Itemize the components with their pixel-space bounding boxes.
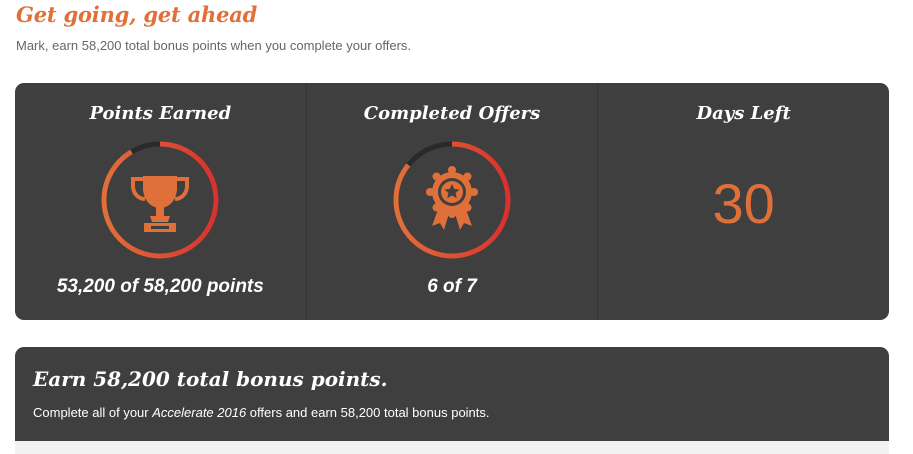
bonus-desc-emphasis: Accelerate 2016 [152, 405, 247, 420]
page-header: Get going, get ahead Mark, earn 58,200 t… [16, 2, 411, 53]
completed-offers-value: 6 of 7 [427, 276, 477, 297]
bonus-desc-before: Complete all of your [33, 405, 153, 420]
award-ribbon-icon [426, 166, 478, 230]
completed-offers-card: Completed Offers 6 of 7 [307, 83, 599, 320]
bonus-offers-area [15, 441, 889, 454]
points-progress-ring [98, 138, 222, 262]
points-earned-heading: Points Earned [89, 103, 232, 124]
stats-panel: Points Earned 53,200 of 58,200 points Co… [15, 83, 889, 320]
trophy-icon [131, 176, 190, 232]
page-subtitle: Mark, earn 58,200 total bonus points whe… [16, 38, 412, 53]
points-earned-card: Points Earned 53,200 of 58,200 points [15, 83, 307, 320]
completed-offers-heading: Completed Offers [363, 103, 541, 124]
days-left-card: Days Left 30 [598, 83, 889, 320]
bonus-description: Complete all of your Accelerate 2016 off… [33, 405, 490, 420]
days-left-value: 30 [712, 172, 775, 235]
points-earned-value: 53,200 of 58,200 points [56, 276, 264, 297]
bonus-desc-after: offers and earn 58,200 total bonus point… [246, 405, 490, 420]
bonus-title: Earn 58,200 total bonus points. [33, 367, 388, 391]
offers-progress-ring [390, 138, 514, 262]
page-title: Get going, get ahead [16, 2, 258, 27]
days-left-heading: Days Left [696, 103, 791, 124]
bonus-panel: Earn 58,200 total bonus points. Complete… [15, 347, 889, 454]
